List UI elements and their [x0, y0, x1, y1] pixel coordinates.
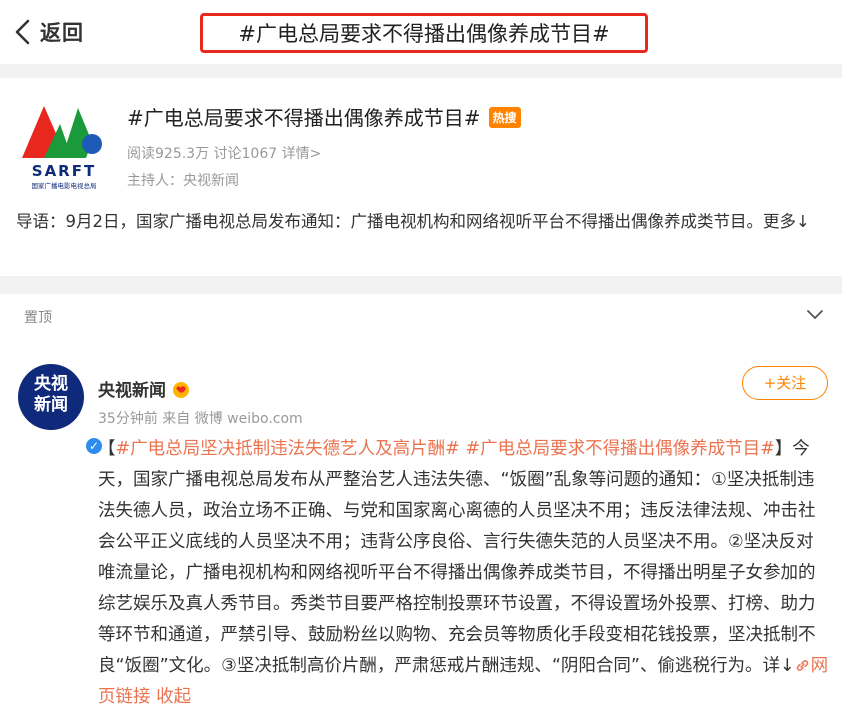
post-body: 【#广电总局坚决抵制违法失德艺人及高片酬# #广电总局要求不得播出偶像养成节目#…: [98, 434, 830, 713]
topic-stats-text: 阅读925.3万 讨论1067: [127, 146, 282, 162]
post-content: 今天，国家广播电视总局发布从严整治艺人违法失德、“饭圈”乱象等问题的通知：①坚决…: [98, 439, 816, 676]
topic-host: 主持人：央视新闻: [127, 173, 239, 189]
sarft-logo: SARFT 国家广播电影电视总局: [22, 106, 102, 190]
logo-subtext: 国家广播电影电视总局: [32, 181, 97, 190]
back-chevron-icon: [15, 19, 30, 45]
hot-badge: 热搜: [488, 107, 521, 128]
topic-header: SARFT 国家广播电影电视总局 #广电总局要求不得播出偶像养成节目# 热搜 阅读…: [0, 78, 842, 276]
page-title-highlight: #广电总局要求不得播出偶像养成节目#: [200, 13, 648, 53]
bracket-open: 【: [98, 439, 116, 459]
back-button[interactable]: 返回: [12, 16, 84, 48]
avatar-line-1: 央视: [34, 374, 68, 394]
intro-more-link[interactable]: 更多↓: [763, 212, 810, 231]
topic-tag-link[interactable]: #广电总局要求不得播出偶像养成节目#: [465, 439, 774, 459]
separator: [0, 276, 842, 294]
topic-tag-link[interactable]: #广电总局坚决抵制违法失德艺人及高片酬#: [116, 439, 460, 459]
detail-link[interactable]: 详情>: [282, 146, 322, 162]
topic-intro: 导语：9月2日，国家广播电视总局发布通知：广播电视机构和网络视听平台不得播出偶像…: [16, 208, 834, 236]
page-title: #广电总局要求不得播出偶像养成节目#: [238, 22, 610, 46]
post-meta: 35分钟前 来自 微博 weibo.com: [98, 411, 303, 427]
topic-intro-text: 导语：9月2日，国家广播电视总局发布通知：广播电视机构和网络视听平台不得播出偶像…: [16, 212, 763, 231]
expand-link[interactable]: 详↓: [762, 656, 794, 676]
weibo-post: 央视 新闻 ✓ 央视新闻 35分钟前 来自 微博 weibo.com +关注 【…: [0, 338, 842, 723]
author-name-text: 央视新闻: [98, 381, 166, 401]
pinned-label: 置顶: [24, 310, 52, 326]
bracket-close: 】: [774, 439, 793, 459]
avatar-line-2: 新闻: [34, 395, 68, 415]
vip-heart-icon: [173, 382, 189, 398]
top-nav-bar: 返回 #广电总局要求不得播出偶像养成节目#: [0, 0, 842, 64]
collapse-link[interactable]: 收起: [156, 687, 191, 707]
author-name[interactable]: 央视新闻: [98, 376, 192, 401]
chevron-down-icon[interactable]: [806, 306, 824, 322]
topic-stats: 阅读925.3万 讨论1067 详情>: [127, 143, 321, 163]
pinned-bar: 置顶: [0, 294, 842, 338]
link-icon: [796, 660, 808, 671]
topic-title: #广电总局要求不得播出偶像养成节目# 热搜: [127, 102, 521, 131]
avatar-text: 央视 新闻: [18, 374, 84, 416]
topic-title-text: #广电总局要求不得播出偶像养成节目#: [127, 106, 481, 130]
avatar[interactable]: 央视 新闻 ✓: [18, 364, 104, 456]
follow-button[interactable]: +关注: [742, 366, 828, 400]
logo-wordmark: SARFT: [32, 162, 96, 180]
back-label: 返回: [40, 21, 84, 45]
separator: [0, 64, 842, 78]
